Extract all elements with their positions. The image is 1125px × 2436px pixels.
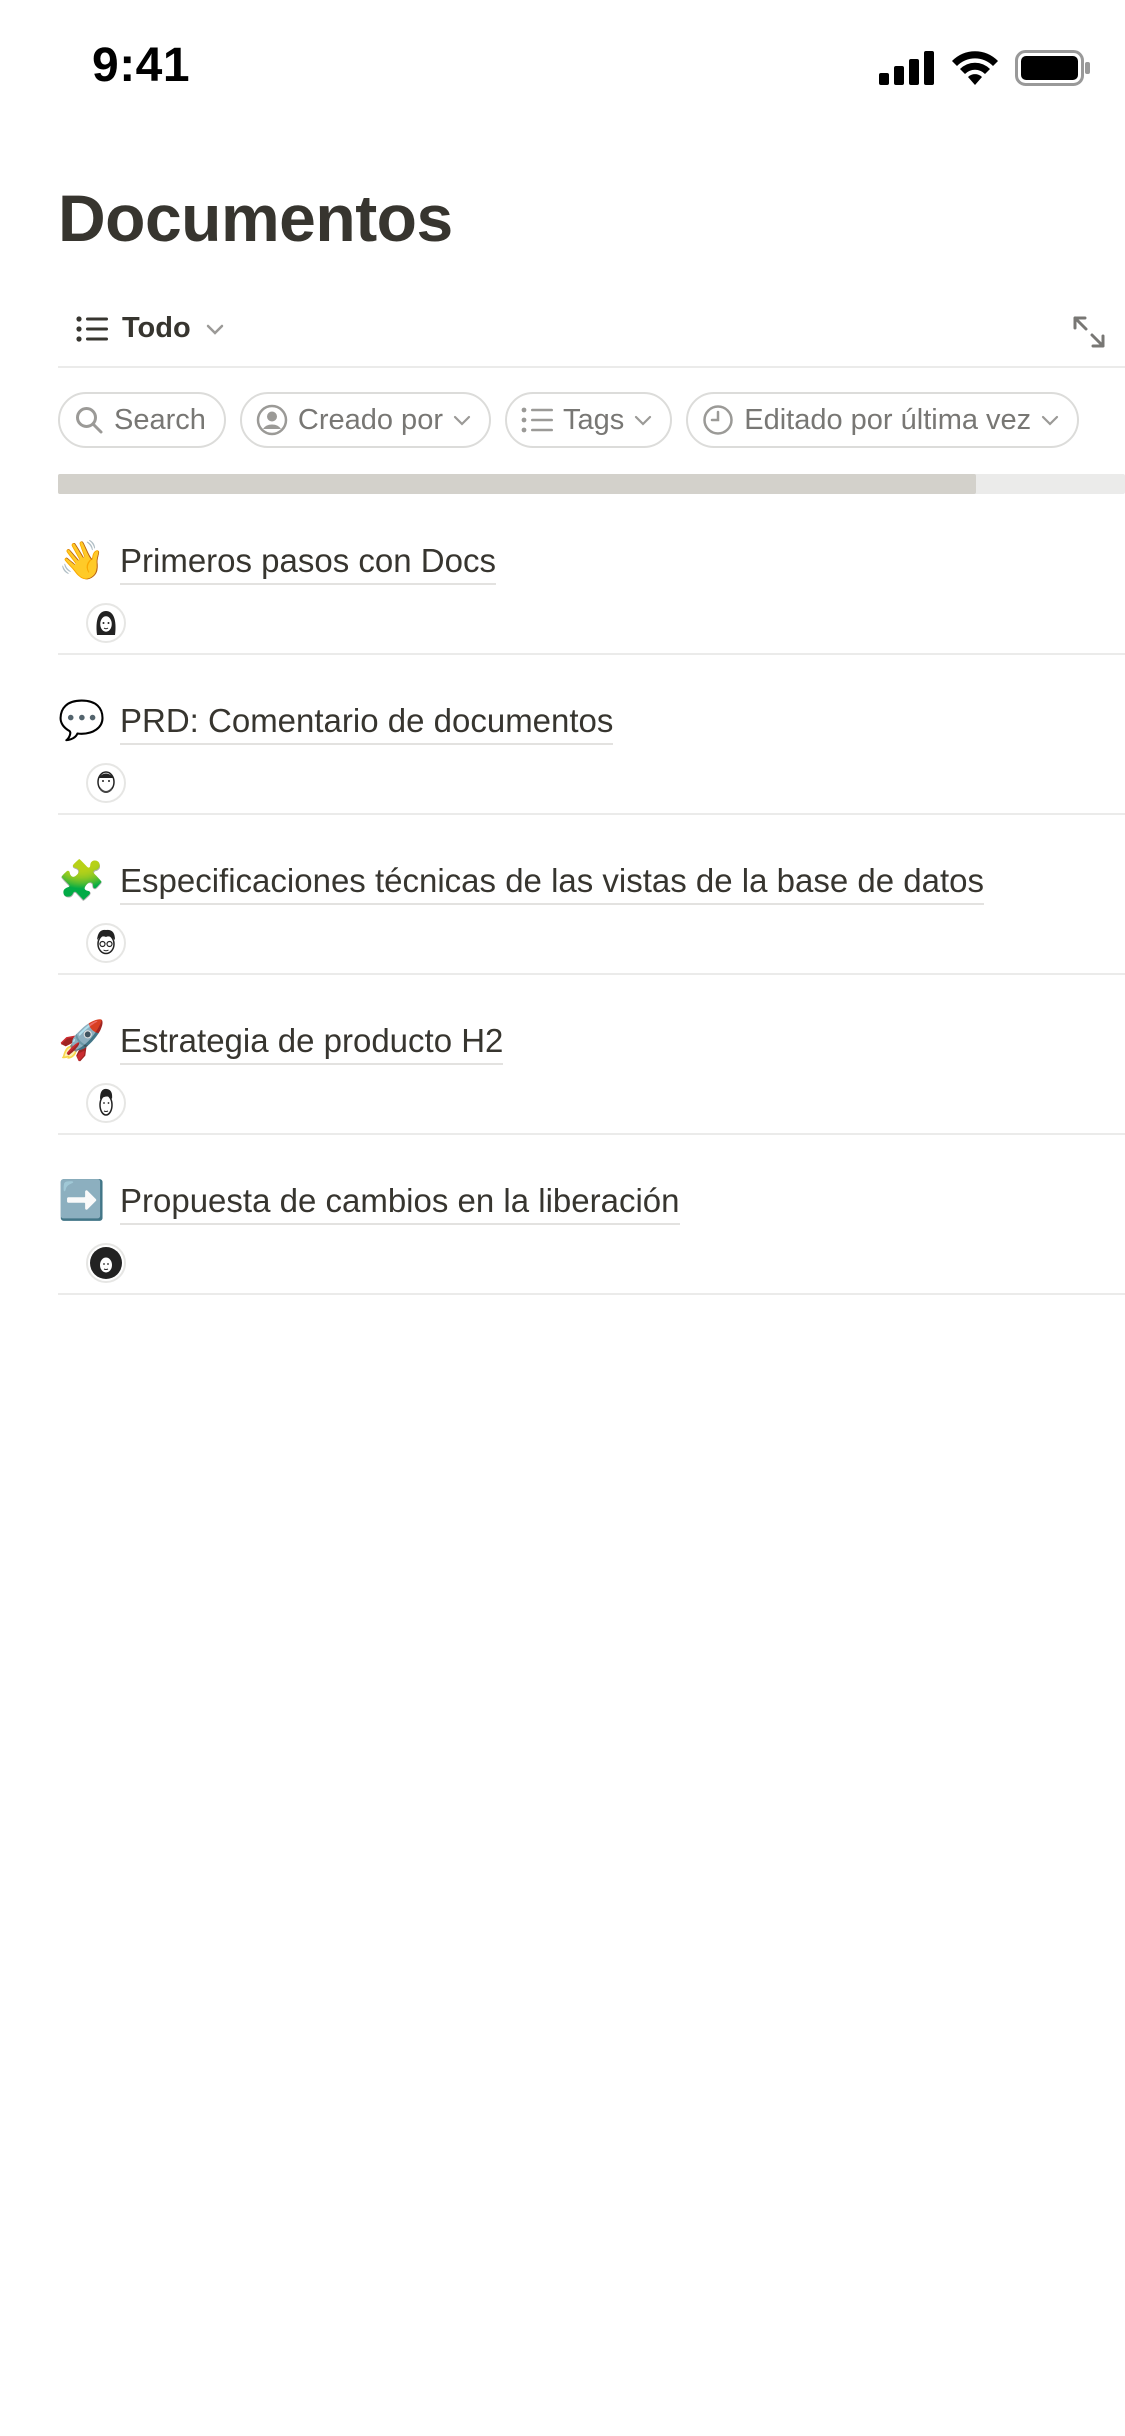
list-item[interactable]: 🧩 Especificaciones técnicas de las vista… [58,815,1125,975]
created-by-label: Creado por [297,403,443,436]
last-edited-filter[interactable]: Editado por última vez [686,392,1080,448]
right-arrow-icon: ➡️ [58,1180,106,1222]
document-list: 👋 Primeros pasos con Docs 💬 PRD: Comenta… [58,495,1125,1295]
chevron-down-icon [1042,415,1059,426]
page-title: Documentos [58,181,453,255]
status-bar: 9:41 [0,0,1125,140]
waving-hand-icon: 👋 [58,540,106,582]
avatar [86,763,126,803]
battery-icon [1015,50,1090,86]
last-edited-label: Editado por última vez [744,403,1032,436]
list-item[interactable]: 🚀 Estrategia de producto H2 [58,975,1125,1135]
list-item[interactable]: ➡️ Propuesta de cambios en la liberación [58,1135,1125,1295]
list-item[interactable]: 💬 PRD: Comentario de documentos [58,655,1125,815]
chevron-down-icon [206,324,223,335]
rocket-icon: 🚀 [58,1020,106,1062]
cellular-signal-icon [879,51,934,85]
avatar [86,1083,126,1123]
document-title[interactable]: PRD: Comentario de documentos [120,701,614,745]
view-toolbar: Todo [58,300,1125,368]
speech-bubble-icon: 💬 [58,700,106,742]
document-title[interactable]: Propuesta de cambios en la liberación [120,1181,680,1225]
expand-icon[interactable] [1069,312,1109,352]
avatar [86,603,126,643]
document-title[interactable]: Especificaciones técnicas de las vistas … [120,861,984,905]
created-by-filter[interactable]: Creado por [239,392,491,448]
document-title[interactable]: Primeros pasos con Docs [120,541,496,585]
search-chip-label: Search [114,403,206,436]
tags-filter[interactable]: Tags [504,392,673,448]
document-title[interactable]: Estrategia de producto H2 [120,1021,504,1065]
list-icon [521,407,553,433]
puzzle-piece-icon: 🧩 [58,860,106,902]
view-label: Todo [122,312,191,344]
filter-row: Search Creado por Tags Editado por últim… [58,392,1080,452]
chevron-down-icon [453,415,471,426]
avatar [86,1243,126,1283]
person-icon [256,404,288,436]
list-item[interactable]: 👋 Primeros pasos con Docs [58,495,1125,655]
search-chip[interactable]: Search [58,392,226,448]
horizontal-scrollbar[interactable] [58,474,1125,494]
status-time: 9:41 [92,39,191,92]
search-icon [76,407,103,434]
view-switcher[interactable]: Todo [76,312,225,345]
avatar [86,923,126,963]
tags-label: Tags [562,403,625,436]
chevron-down-icon [635,415,652,426]
wifi-icon [952,51,998,85]
list-icon [76,315,108,342]
clock-icon [703,405,733,435]
scrollbar-thumb[interactable] [58,474,976,494]
status-icons [879,50,1091,86]
